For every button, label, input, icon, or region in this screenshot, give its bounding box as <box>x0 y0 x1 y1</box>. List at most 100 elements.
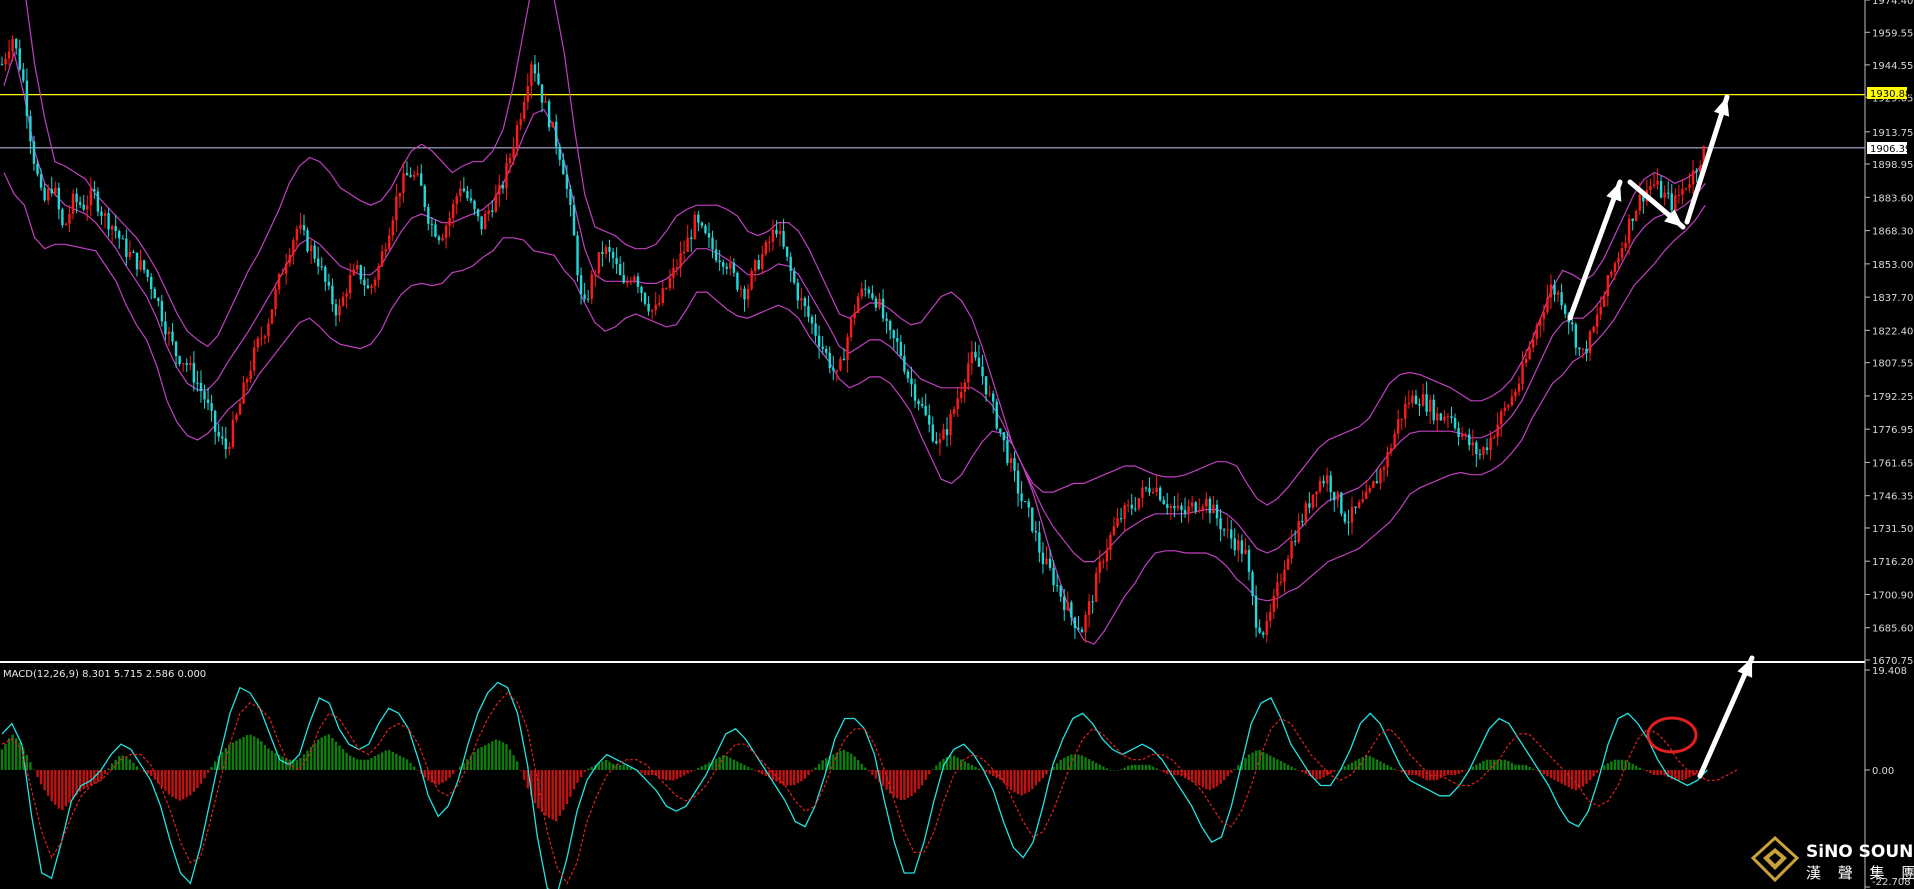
macd-histogram-bar-up <box>967 763 970 770</box>
candle-body-down <box>125 238 128 257</box>
candle-body-up <box>373 279 377 287</box>
macd-histogram-bar-up <box>476 748 480 770</box>
candle-body-up <box>1102 561 1105 563</box>
candle-body-down <box>643 292 647 304</box>
macd-histogram-bar-up <box>512 755 515 770</box>
macd-histogram-bar-down <box>71 769 75 800</box>
macd-histogram-bar-down <box>1450 769 1453 776</box>
candle-body-down <box>1322 480 1325 484</box>
candle-body-down <box>1432 399 1435 421</box>
candle-body-down <box>1013 458 1016 471</box>
macd-histogram-bar-up <box>935 765 938 770</box>
macd-histogram-bar-up <box>1379 761 1382 770</box>
candle-body-down <box>999 428 1002 433</box>
macd-histogram-bar-up <box>395 753 398 770</box>
macd-histogram-bar-up <box>1155 768 1158 770</box>
price-axis-label: 1746.35 <box>1872 492 1913 503</box>
candle-body-up <box>1045 558 1048 565</box>
candle-body-up <box>1620 248 1624 258</box>
macd-histogram-bar-down <box>647 769 650 776</box>
macd-histogram-bar-down <box>441 769 444 783</box>
candle-body-down <box>420 173 423 186</box>
candle-body-up <box>494 194 498 212</box>
candle-body-up <box>292 240 295 255</box>
candle-body-up <box>341 296 345 306</box>
candle-body-down <box>903 355 906 372</box>
candle-body-down <box>1293 540 1297 542</box>
candle-body-up <box>1109 534 1112 551</box>
candle-body-up <box>103 213 107 216</box>
candle-body-down <box>636 276 640 287</box>
candle-body-down <box>36 163 39 175</box>
candle-body-down <box>935 441 938 444</box>
macd-histogram-bar-up <box>1386 765 1389 770</box>
candle-body-up <box>1389 448 1393 453</box>
candle-body-up <box>1123 505 1126 519</box>
candle-body-up <box>1226 529 1229 531</box>
macd-histogram-bar-down <box>1556 769 1560 782</box>
candle-body-up <box>878 298 881 308</box>
candle-body-up <box>682 251 686 254</box>
candle-body-up <box>761 254 764 270</box>
macd-histogram-bar-down <box>1333 769 1336 772</box>
macd-histogram-bar-up <box>1283 762 1286 770</box>
candle-body-down <box>793 271 796 283</box>
candle-body-down <box>1478 454 1482 456</box>
macd-histogram-bar-up <box>377 754 380 770</box>
candle-body-up <box>800 298 803 301</box>
macd-histogram-bar-up <box>1521 764 1524 770</box>
macd-histogram-bar-up <box>821 760 824 770</box>
candle-body-down <box>1258 627 1261 633</box>
candle-body-down <box>462 188 466 192</box>
candle-body-down <box>1080 629 1084 633</box>
candle-body-up <box>835 370 839 372</box>
candle-body-up <box>1503 407 1506 412</box>
macd-histogram-bar-up <box>1233 768 1236 770</box>
candle-body-up <box>451 204 455 219</box>
candle-body-up <box>370 286 373 289</box>
candle-body-up <box>1276 582 1279 596</box>
candle-body-up <box>1279 581 1283 583</box>
candle-body-down <box>995 401 998 429</box>
candle-body-down <box>618 264 622 276</box>
candle-body-up <box>853 312 856 319</box>
macd-histogram-bar-down <box>668 769 672 781</box>
candle-body-down <box>427 206 430 224</box>
candle-body-up <box>1201 506 1205 510</box>
macd-histogram-bar-up <box>1077 754 1080 770</box>
macd-histogram-bar-down <box>1162 769 1165 773</box>
candle-body-up <box>512 147 515 158</box>
candle-body-up <box>530 64 533 87</box>
candle-body-up <box>1428 399 1432 412</box>
macd-histogram-bar-down <box>167 769 171 795</box>
candle-body-down <box>210 403 213 411</box>
candle-body-up <box>1066 602 1069 611</box>
macd-histogram-bar-down <box>1567 769 1570 788</box>
price-tag-blue-text: 1906.39 <box>1870 144 1911 155</box>
macd-histogram-bar-down <box>1411 769 1414 776</box>
candle-body-up <box>167 331 171 335</box>
macd-histogram-bar-down <box>540 769 544 813</box>
candle-body-down <box>814 323 817 336</box>
candle-body-up <box>1624 242 1627 249</box>
candle-body-down <box>1230 529 1233 539</box>
candle-body-down <box>1457 428 1460 437</box>
candle-body-up <box>1304 503 1308 523</box>
macd-histogram-bar-up <box>743 765 746 770</box>
macd-histogram-bar-up <box>970 764 974 770</box>
candle-body-down <box>1041 552 1045 565</box>
candle-body-up <box>1471 442 1475 446</box>
candle-body-up <box>1372 481 1375 488</box>
macd-histogram-bar-down <box>565 769 569 805</box>
candle-body-up <box>938 439 942 444</box>
macd-histogram-bar-up <box>1510 762 1514 770</box>
macd-histogram-bar-down <box>793 769 796 786</box>
candle-body-up <box>633 276 636 282</box>
candle-body-down <box>924 405 927 416</box>
macd-histogram-bar-up <box>1279 761 1283 770</box>
macd-histogram-bar-up <box>7 738 11 770</box>
macd-histogram-bar-down <box>86 769 89 788</box>
macd-histogram-bar-up <box>1119 769 1123 770</box>
candle-body-up <box>285 263 288 274</box>
candle-body-up <box>1290 540 1293 559</box>
